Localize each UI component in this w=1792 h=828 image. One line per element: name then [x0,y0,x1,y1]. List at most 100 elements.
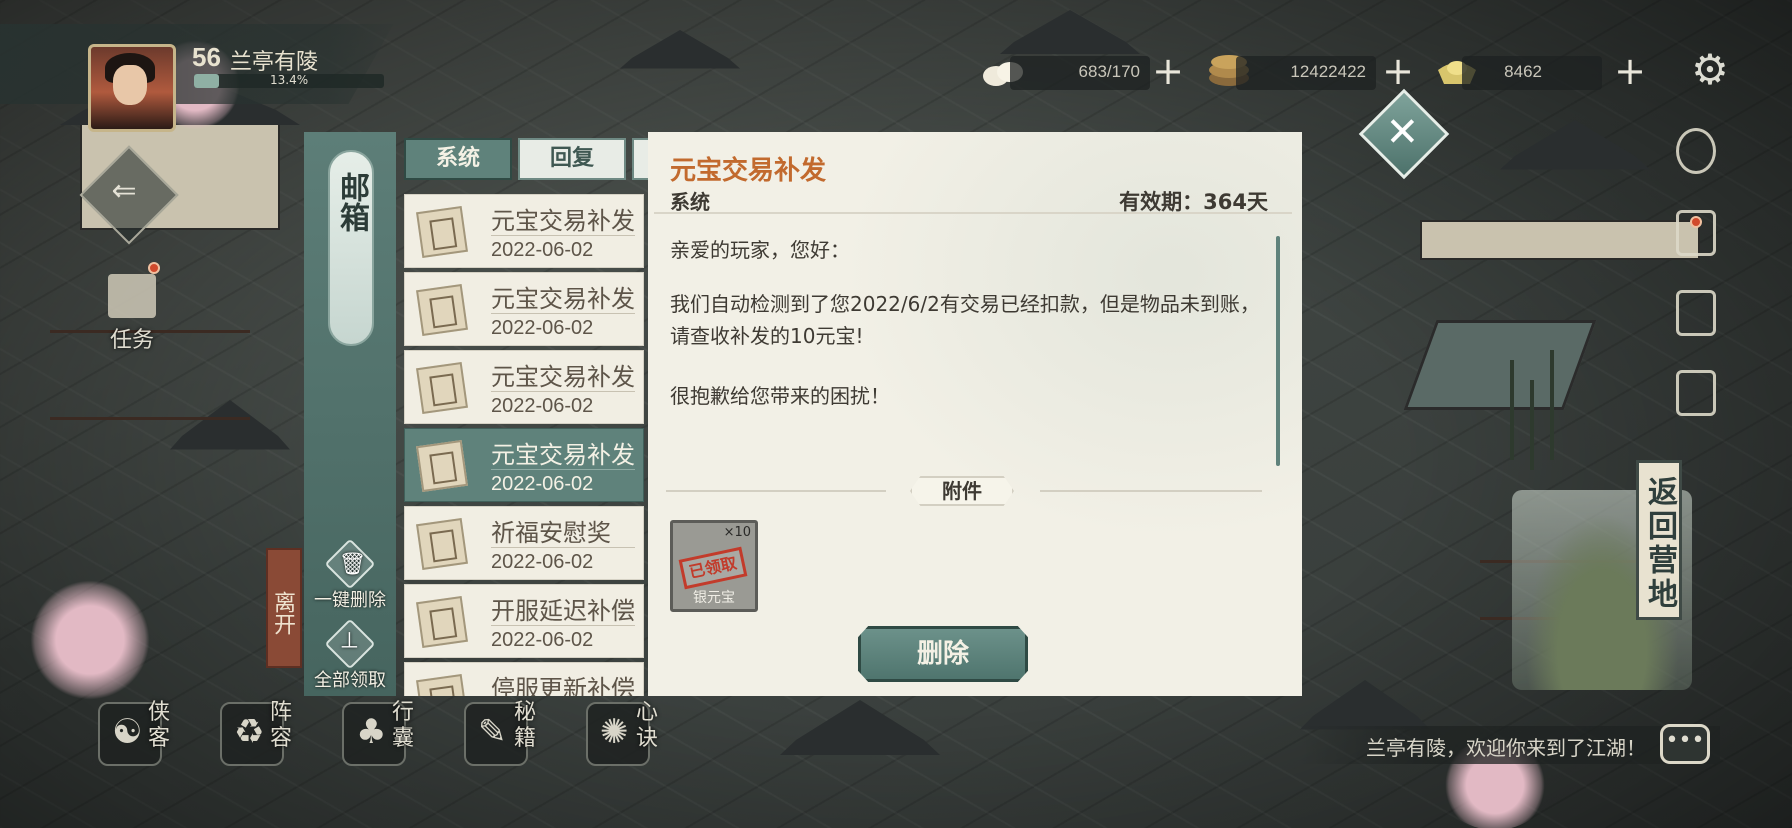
settings-gear-icon[interactable]: ⚙ [1688,48,1732,92]
add-coins-button[interactable]: + [1380,52,1416,90]
attachment-divider-right [1040,490,1262,492]
mail-item-title: 祈福安慰奖 [491,519,611,547]
bottom-formation-label: 阵容 [270,700,293,751]
task-notification-dot [148,262,160,274]
checklist-icon[interactable] [1676,370,1716,416]
task-fist-icon [108,274,156,318]
cherry-tree [30,580,150,700]
envelope-icon [416,596,468,648]
bottom-bag-button[interactable]: ♣ 行囊 [334,700,444,780]
coin-counter: 12422422 [1236,56,1376,90]
mail-body-greeting: 亲爱的玩家，您好： [670,238,850,262]
add-ingot-button[interactable]: + [1612,52,1648,90]
mailbox-sidebar: 邮箱 🗑 一键删除 ⊥ 全部领取 [304,132,396,696]
pond [1403,320,1597,410]
bottom-bag-label: 行囊 [392,700,415,751]
building-roof [780,700,940,755]
attachment-name: 银元宝 [693,590,735,606]
handshake-icon[interactable] [1676,128,1716,174]
ingot-value: 8462 [1504,62,1542,81]
coin-value: 12422422 [1290,62,1366,81]
mail-detail-body: 亲爱的玩家，您好： 我们自动检测到了您2022/6/2有交易已经扣款，但是物品未… [670,234,1270,440]
mail-item-divider [491,235,635,236]
return-camp-button[interactable]: 返回营地 [1636,460,1682,620]
avatar-face [113,65,147,105]
bamboo [1510,360,1514,460]
delete-mail-button[interactable]: 删除 [858,626,1028,682]
mail-item-divider [491,391,635,392]
mail-list-item[interactable]: 元宝交易补发 2022-06-02 [404,272,644,346]
mail-item-title: 元宝交易补发 [491,207,635,235]
courtyard-wall [1420,220,1700,260]
close-icon: ✕ [1385,109,1420,156]
mail-detail-title: 元宝交易补发 [670,156,827,186]
tab-reply[interactable]: 回复 [518,138,626,180]
exp-percent: 13.4% [270,73,309,87]
mail-list[interactable]: 元宝交易补发 2022-06-02 元宝交易补发 2022-06-02 元宝交易… [404,194,644,696]
mail-list-item[interactable]: 元宝交易补发 2022-06-02 [404,194,644,268]
mail-detail: 元宝交易补发 系统 有效期：364天 亲爱的玩家，您好： 我们自动检测到了您20… [648,132,1302,696]
envelope-icon [416,440,468,492]
back-arrow-icon: ⇐ [111,173,137,209]
leave-button[interactable]: 离开 [266,548,302,668]
bottom-formation-button[interactable]: ♻ 阵容 [212,700,322,780]
claim-all-label: 全部领取 [314,670,386,691]
bottom-mind-label: 心诀 [636,700,659,751]
envelope-icon [416,362,468,414]
mail-item-date: 2022-06-02 [491,551,594,573]
envelope-icon [416,674,468,696]
mail-item-date: 2022-06-02 [491,395,594,417]
mail-item-date: 2022-06-02 [491,473,594,495]
mail-item-title: 元宝交易补发 [491,363,635,391]
player-level: 56 [192,42,221,72]
attachment-item-silver-ingot[interactable]: ×10 已领取 银元宝 [670,520,758,612]
attachment-divider-left [666,490,886,492]
add-food-button[interactable]: + [1150,52,1186,90]
mail-body-apology: 很抱歉给您带来的困扰！ [670,384,890,408]
mailbox-panel: 邮箱 🗑 一键删除 ⊥ 全部领取 系统 回复 提醒 元宝交易补发 2022-06… [304,132,1402,696]
task-button[interactable]: 任务 [92,268,172,358]
notice-board-icon[interactable] [1676,290,1716,336]
food-counter: 683/170 [1010,56,1150,90]
attachment-label: 附件 [910,476,1014,506]
mail-body-scrollbar[interactable] [1276,236,1280,466]
bottom-manual-button[interactable]: ✎ 秘籍 [456,700,566,780]
player-avatar[interactable] [88,44,176,132]
building-roof [1500,120,1650,170]
mailbox-title-tab: 邮箱 [328,150,374,346]
attachment-count: ×10 [723,525,751,540]
envelope-icon [416,284,468,336]
mail-item-date: 2022-06-02 [491,317,594,339]
delete-all-label: 一键删除 [314,590,386,611]
bottom-hero-label: 侠客 [148,700,171,751]
mail-detail-divider [654,212,1292,214]
building-roof [620,30,740,69]
bottom-manual-label: 秘籍 [514,700,537,751]
mail-list-item[interactable]: 开服延迟补偿 2022-06-02 [404,584,644,658]
claim-all-button[interactable]: ⊥ 全部领取 [304,618,396,692]
mail-item-title: 元宝交易补发 [491,441,635,469]
claimed-stamp: 已领取 [678,546,748,590]
mail-list-item[interactable]: 元宝交易补发 2022-06-02 [404,350,644,424]
mail-body-paragraph: 我们自动检测到了您2022/6/2有交易已经扣款，但是物品未到账，请查收补发的1… [670,292,1260,348]
envelope-icon [416,206,468,258]
mailbox-title: 邮箱 [334,172,369,232]
chat-bubble-icon[interactable]: ••• [1660,724,1710,764]
ingot-counter: 8462 [1462,56,1602,90]
trash-icon: 🗑 [324,538,376,590]
mail-item-divider [491,313,635,314]
mail-item-title: 元宝交易补发 [491,285,635,313]
mail-list-item[interactable]: 祈福安慰奖 2022-06-02 [404,506,644,580]
mail-item-divider [491,547,635,548]
mail-list-item[interactable]: 停服更新补偿 [404,662,644,696]
bottom-hero-button[interactable]: ☯ 侠客 [90,700,200,780]
tab-system[interactable]: 系统 [404,138,512,180]
delete-all-button[interactable]: 🗑 一键删除 [304,538,396,612]
mail-item-divider [491,625,635,626]
bottom-mind-button[interactable]: ✺ 心诀 [578,700,688,780]
scroll-notification-dot [1690,216,1702,228]
mail-list-item-selected[interactable]: 元宝交易补发 2022-06-02 [404,428,644,502]
task-label: 任务 [109,328,154,353]
chat-bar[interactable]: 兰亭有陵，欢迎你来到了江湖！ [1300,726,1720,764]
mail-item-date: 2022-06-02 [491,629,594,651]
